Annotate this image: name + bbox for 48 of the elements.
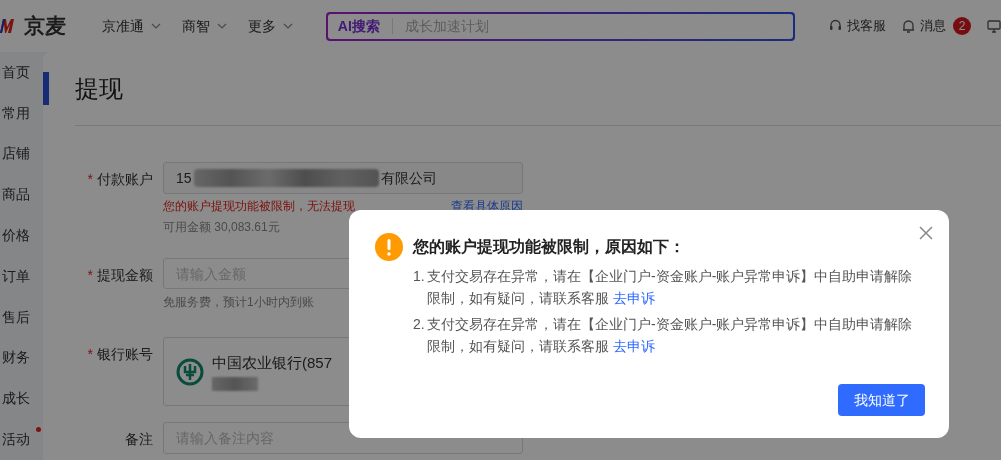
field-label: 银行账号 <box>97 345 153 364</box>
blurred-text <box>212 377 258 392</box>
messages-link[interactable]: 消息 2 <box>902 16 971 36</box>
field-label: 付款账户 <box>97 170 153 189</box>
dialog-title: 您的账户提现功能被限制，原因如下： <box>413 237 685 257</box>
field-hint: 免服务费，预计1小时内到账 <box>163 294 314 311</box>
page-title: 提现 <box>75 73 123 104</box>
message-count-badge: 2 <box>953 17 971 35</box>
sidebar-item[interactable]: 店铺 <box>0 143 30 165</box>
active-indicator <box>43 72 49 105</box>
required-mark: * <box>87 266 93 285</box>
required-mark: * <box>87 170 93 189</box>
available-balance: 可用金额 30,083.61元 <box>163 219 280 236</box>
sidebar-item[interactable]: 常用 <box>0 102 30 124</box>
list-number: 2. <box>413 315 426 334</box>
sidebar-item[interactable]: 财务 <box>0 347 30 369</box>
monitor-icon[interactable] <box>987 19 1001 33</box>
field-value: 15 <box>176 168 192 188</box>
field-label: 备注 <box>125 430 153 449</box>
account-field[interactable]: 15 有限公司 <box>163 162 523 194</box>
sidebar-item[interactable]: 价格 <box>0 225 30 247</box>
nav-menu[interactable]: 商智 <box>182 15 229 37</box>
bell-icon <box>902 19 915 33</box>
required-mark: * <box>87 345 93 364</box>
logo-icon <box>0 18 14 34</box>
sidebar-item[interactable]: 商品 <box>0 184 30 206</box>
ai-search-label: AI搜索 <box>337 16 380 36</box>
bank-name: 中国农业银行(857 <box>212 352 333 373</box>
headset-icon <box>829 19 842 33</box>
sidebar-item[interactable]: 活动 <box>0 429 30 451</box>
sidebar-item[interactable]: 售后 <box>0 306 30 328</box>
support-link[interactable]: 找客服 <box>829 16 886 36</box>
nav-menu[interactable]: 更多 <box>248 15 295 37</box>
close-icon[interactable] <box>919 226 933 240</box>
field-value: 有限公司 <box>380 168 437 188</box>
sidebar-item[interactable]: 订单 <box>0 265 30 287</box>
logo-text: 京麦 <box>24 13 66 40</box>
bank-logo-icon <box>176 357 204 386</box>
nav-menu[interactable]: 京准通 <box>102 15 163 37</box>
warning-icon <box>375 233 403 261</box>
sidebar-item[interactable]: 首页 <box>0 61 30 83</box>
appeal-link[interactable]: 去申诉 <box>612 338 655 354</box>
appeal-link[interactable]: 去申诉 <box>612 290 655 306</box>
list-number: 1. <box>413 267 426 286</box>
confirm-button[interactable]: 我知道了 <box>838 384 925 416</box>
error-message: 您的账户提现功能被限制，无法提现 <box>163 198 355 215</box>
sidebar-item[interactable]: 成长 <box>0 388 30 410</box>
field-label: 提现金额 <box>97 266 153 285</box>
